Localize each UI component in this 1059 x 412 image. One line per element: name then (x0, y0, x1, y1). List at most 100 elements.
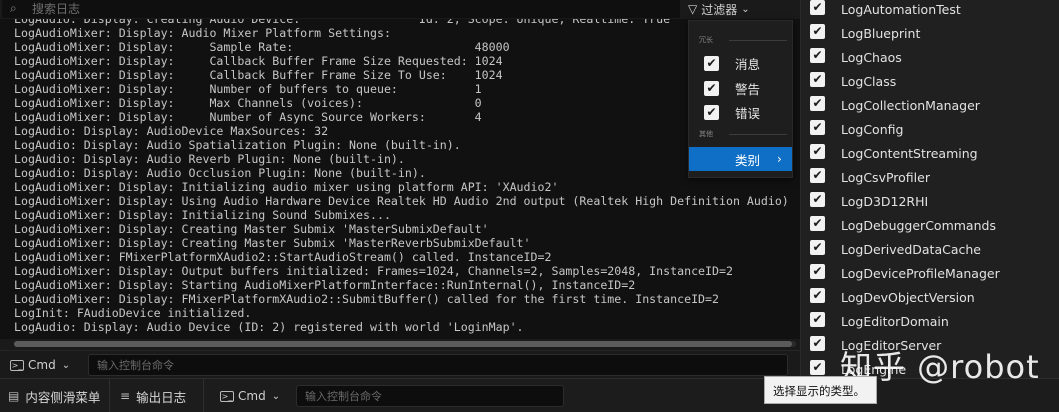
checkbox-checked-icon[interactable]: ✔ (704, 56, 719, 71)
category-item[interactable]: ✔ LogCollectionManager (801, 95, 1059, 119)
output-log-panel: ⌕ ▽ 过滤器 ⌄ LogAudio: Display: Creating Au… (0, 0, 800, 378)
cmd-type-button[interactable]: >_ Cmd ⌄ (10, 354, 70, 376)
menu-section-other-label: 其他 (699, 130, 713, 138)
log-search-input[interactable] (32, 0, 672, 18)
checkbox-checked-icon[interactable]: ✔ (810, 72, 825, 87)
checkbox-checked-icon[interactable]: ✔ (704, 81, 719, 96)
category-item[interactable]: ✔ LogBlueprint (801, 23, 1059, 47)
category-item[interactable]: ✔ LogClass (801, 71, 1059, 95)
menu-section-verbosity-label: 冗长 (699, 36, 713, 44)
category-item[interactable]: ✔ LogD3D12RHI (801, 191, 1059, 215)
log-line: LogAudioMixer: Display: Creating Master … (14, 236, 531, 250)
checkbox-checked-icon[interactable]: ✔ (810, 336, 825, 351)
menu-item-errors[interactable]: ✔ 错误 (689, 100, 792, 124)
filter-dropdown-button[interactable]: ▽ 过滤器 ⌄ (688, 0, 772, 18)
terminal-icon: >_ (10, 359, 24, 371)
terminal-icon: >_ (220, 390, 234, 402)
log-lines: LogAudio: Display: Creating Audio Device… (14, 19, 800, 334)
log-output-area[interactable]: LogAudio: Display: Creating Audio Device… (0, 19, 800, 339)
output-log-label: 输出日志 (136, 389, 187, 405)
log-line: LogAudioMixer: Display: Number of buffer… (14, 82, 482, 96)
category-label: LogEditorDomain (841, 314, 949, 329)
content-drawer-icon: ▤ (8, 389, 20, 403)
filter-label: 过滤器 (701, 2, 738, 17)
log-line: LogAudioMixer: Display: Callback Buffer … (14, 68, 503, 82)
chevron-right-icon: › (777, 152, 782, 166)
checkbox-checked-icon[interactable]: ✔ (810, 24, 825, 39)
log-line: LogAudioMixer: Display: Max Channels (vo… (14, 96, 482, 110)
checkbox-checked-icon[interactable]: ✔ (810, 0, 825, 15)
log-line: LogAudio: Display: Audio Reverb Plugin: … (14, 152, 405, 166)
funnel-icon: ▽ (688, 2, 698, 16)
category-item[interactable]: ✔ LogEditorDomain (801, 311, 1059, 335)
category-item[interactable]: ✔ LogDevObjectVersion (801, 287, 1059, 311)
log-line: LogAudioMixer: Display: Creating Master … (14, 222, 489, 236)
content-drawer-button[interactable]: ▤ 内容侧滑菜单 (0, 379, 110, 412)
horizontal-scrollbar[interactable] (14, 341, 796, 347)
menu-item-label: 错误 (735, 105, 761, 121)
checkbox-checked-icon[interactable]: ✔ (704, 105, 719, 120)
log-line: LogInit: FAudioDevice initialized. (14, 306, 252, 320)
menu-item-label: 类别 (735, 152, 761, 168)
category-label: LogCollectionManager (841, 98, 980, 113)
log-line: LogAudioMixer: Display: Initializing Sou… (14, 208, 391, 222)
category-item[interactable]: ✔ LogAutomationTest (801, 0, 1059, 23)
log-line: LogAudioMixer: FMixerPlatformXAudio2::St… (14, 250, 552, 264)
log-line: LogAudioMixer: Display: Starting AudioMi… (14, 278, 636, 292)
output-log-tab[interactable]: ≡ 输出日志 (112, 379, 204, 412)
category-label: LogAutomationTest (841, 2, 961, 17)
category-item[interactable]: ✔ LogContentStreaming (801, 143, 1059, 167)
log-line: LogAudio: Display: Creating Audio Device… (14, 19, 671, 26)
menu-item-warnings[interactable]: ✔ 警告 (689, 76, 792, 100)
chevron-down-icon: ⌄ (271, 390, 281, 402)
menu-item-label: 消息 (735, 56, 761, 72)
log-line: LogAudio: Display: Audio Device (ID: 2) … (14, 320, 524, 334)
log-line: LogAudioMixer: Display: Sample Rate: 480… (14, 40, 510, 54)
console-command-input[interactable] (296, 385, 564, 407)
scrollbar-thumb[interactable] (14, 341, 792, 347)
checkbox-checked-icon[interactable]: ✔ (810, 48, 825, 63)
category-label: LogDebuggerCommands (841, 218, 996, 233)
category-label: LogDeviceProfileManager (841, 266, 1000, 281)
checkbox-checked-icon[interactable]: ✔ (810, 288, 825, 303)
checkbox-checked-icon[interactable]: ✔ (810, 96, 825, 111)
category-item[interactable]: ✔ LogChaos (801, 47, 1059, 71)
menu-item-messages[interactable]: ✔ 消息 (689, 51, 792, 75)
checkbox-checked-icon[interactable]: ✔ (810, 144, 825, 159)
category-label: LogBlueprint (841, 26, 921, 41)
menu-section-other: 其他 (699, 129, 787, 139)
menu-item-categories[interactable]: 类别 › (689, 147, 792, 171)
category-label: LogDerivedDataCache (841, 242, 981, 257)
log-line: LogAudioMixer: Display: Number of Async … (14, 110, 482, 124)
checkbox-checked-icon[interactable]: ✔ (810, 192, 825, 207)
tooltip: 选择显示的类型。 (764, 376, 877, 404)
cmd-type-button[interactable]: >_ Cmd ⌄ (220, 385, 280, 407)
category-label: LogClass (841, 74, 897, 89)
checkbox-checked-icon[interactable]: ✔ (810, 240, 825, 255)
search-icon: ⌕ (10, 1, 17, 15)
cmd-label: Cmd (238, 389, 266, 403)
chevron-down-icon: ⌄ (741, 3, 750, 15)
log-line: LogAudioMixer: Display: Audio Mixer Plat… (14, 26, 391, 40)
category-item[interactable]: ✔ LogDeviceProfileManager (801, 263, 1059, 287)
category-label: LogConfig (841, 122, 904, 137)
console-command-input[interactable] (88, 354, 788, 376)
category-label: LogD3D12RHI (841, 194, 929, 209)
category-item[interactable]: ✔ LogDebuggerCommands (801, 215, 1059, 239)
checkbox-checked-icon[interactable]: ✔ (810, 264, 825, 279)
cmd-label: Cmd (28, 358, 56, 372)
checkbox-checked-icon[interactable]: ✔ (810, 312, 825, 327)
checkbox-checked-icon[interactable]: ✔ (810, 168, 825, 183)
category-item[interactable]: ✔ LogDerivedDataCache (801, 239, 1059, 263)
checkbox-checked-icon[interactable]: ✔ (810, 360, 825, 375)
log-line: LogAudioMixer: Display: Initializing aud… (14, 180, 559, 194)
category-item[interactable]: ✔ LogConfig (801, 119, 1059, 143)
category-submenu: ✔ LogAutomationTest ✔ LogBlueprint ✔ LogChaos… (800, 0, 1059, 378)
checkbox-checked-icon[interactable]: ✔ (810, 120, 825, 135)
log-search-bar[interactable]: ⌕ (2, 0, 680, 18)
content-drawer-label: 内容侧滑菜单 (25, 389, 101, 405)
category-item[interactable]: ✔ LogCsvProfiler (801, 167, 1059, 191)
checkbox-checked-icon[interactable]: ✔ (810, 216, 825, 231)
category-label: LogChaos (841, 50, 902, 65)
category-label: LogCsvProfiler (841, 170, 930, 185)
